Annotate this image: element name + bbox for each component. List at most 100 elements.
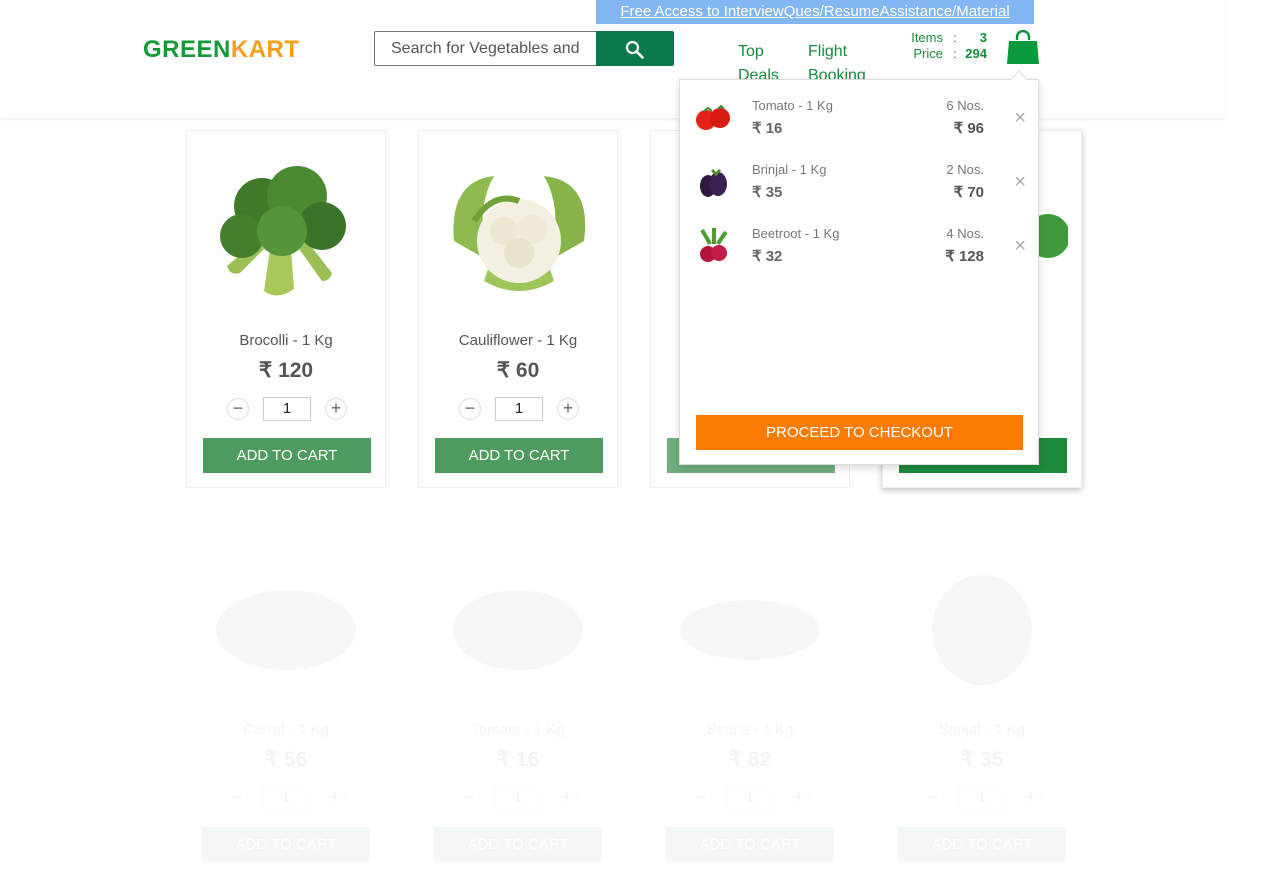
price-colon: :: [953, 46, 957, 61]
product-card: Brocolli - 1 Kg ₹ 120 − 1 + ADD TO CART: [186, 130, 386, 488]
rupee-symbol: ₹: [752, 184, 762, 201]
cart-item-price: ₹ 16: [752, 119, 782, 137]
product-image-brocolli: [202, 151, 372, 311]
product-name: Beans - 1 Kg: [706, 721, 794, 738]
rupee-symbol: ₹: [953, 120, 964, 137]
rupee-symbol: ₹: [752, 248, 762, 265]
rupee-symbol: ₹: [496, 359, 511, 382]
add-to-cart-button[interactable]: ADD TO CART: [435, 438, 603, 473]
product-price-value: 60: [515, 359, 540, 382]
proceed-to-checkout-button[interactable]: PROCEED TO CHECKOUT: [696, 415, 1023, 450]
cart-item: Beetroot - 1 Kg ₹ 32 4 Nos. ₹ 128 ×: [680, 214, 1038, 278]
search-button[interactable]: [596, 31, 674, 66]
add-to-cart-button[interactable]: ADD TO CART: [666, 827, 834, 862]
add-to-cart-button[interactable]: ADD TO CART: [434, 827, 602, 862]
quantity-stepper: −1 +: [226, 786, 346, 810]
close-icon[interactable]: ×: [1014, 172, 1026, 192]
items-label: Items: [911, 30, 943, 45]
cart-item-qty: 2 Nos.: [946, 162, 984, 177]
cart-item: Tomato - 1 Kg ₹ 16 6 Nos. ₹ 96 ×: [680, 86, 1038, 150]
product-price-value: 82: [747, 748, 772, 771]
product-card: Tomato - 1 Kg ₹ 16 −1 + ADD TO CART: [418, 520, 618, 878]
quantity-stepper: −1 +: [690, 786, 810, 810]
rupee-symbol: ₹: [953, 184, 964, 201]
search-input[interactable]: [374, 31, 597, 66]
rupee-symbol: ₹: [728, 748, 743, 771]
minus-icon[interactable]: −: [226, 787, 248, 809]
minus-icon[interactable]: −: [690, 787, 712, 809]
product-card: Brinjal - 1 Kg ₹ 35 −1 + ADD TO CART: [882, 520, 1082, 878]
quantity-input[interactable]: 1: [726, 786, 774, 810]
items-colon: :: [953, 30, 957, 45]
cart-item-thumb-beetroot: [694, 226, 732, 264]
cart-item-price-value: 16: [765, 120, 783, 137]
cart-item-thumb-brinjal: [694, 162, 732, 200]
product-price: ₹ 82: [650, 747, 850, 772]
quantity-stepper: − 1 +: [459, 397, 579, 421]
product-image-carrot: [201, 540, 371, 700]
minus-icon[interactable]: −: [227, 398, 249, 420]
quantity-input[interactable]: 1: [958, 786, 1006, 810]
cart-item-qty: 4 Nos.: [946, 226, 984, 241]
product-name: Cauliflower - 1 Kg: [458, 332, 578, 349]
logo-orange-text: KART: [230, 36, 300, 63]
product-image-beans: [665, 540, 835, 700]
cart-item-amount: ₹ 70: [954, 183, 984, 201]
rupee-symbol: ₹: [264, 748, 279, 771]
cart-item-qty: 6 Nos.: [946, 98, 984, 113]
product-price: ₹ 120: [187, 358, 385, 383]
product-image-cauliflower: [434, 151, 604, 311]
cart-item-name: Tomato - 1 Kg: [752, 98, 833, 113]
cart-item-price-value: 32: [765, 248, 783, 265]
minus-icon[interactable]: −: [458, 787, 480, 809]
rupee-symbol: ₹: [496, 748, 511, 771]
add-to-cart-button[interactable]: ADD TO CART: [203, 438, 371, 473]
plus-icon[interactable]: +: [324, 787, 346, 809]
product-price: ₹ 35: [882, 747, 1082, 772]
close-icon[interactable]: ×: [1014, 108, 1026, 128]
quantity-input[interactable]: 1: [495, 397, 543, 421]
rupee-symbol: ₹: [258, 359, 273, 382]
minus-icon[interactable]: −: [922, 787, 944, 809]
cart-summary: Items : 3 Price : 294: [896, 30, 991, 62]
cart-item-name: Beetroot - 1 Kg: [752, 226, 840, 241]
minus-icon[interactable]: −: [459, 398, 481, 420]
cart-item-thumb-tomato: [694, 98, 732, 136]
product-card: Carrot - 1 Kg ₹ 56 −1 + ADD TO CART: [186, 520, 386, 878]
product-name: Tomato - 1 Kg: [471, 721, 565, 738]
plus-icon[interactable]: +: [788, 787, 810, 809]
cart-item: Brinjal - 1 Kg ₹ 35 2 Nos. ₹ 70 ×: [680, 150, 1038, 214]
cart-item-amount-value: 70: [967, 184, 984, 201]
add-to-cart-button[interactable]: ADD TO CART: [898, 827, 1066, 862]
cart-item-amount-value: 96: [967, 120, 984, 137]
plus-icon[interactable]: +: [557, 398, 579, 420]
plus-icon[interactable]: +: [1020, 787, 1042, 809]
add-to-cart-button[interactable]: ADD TO CART: [202, 827, 370, 862]
logo-green-text: GREEN: [143, 36, 231, 63]
quantity-input[interactable]: 1: [262, 786, 310, 810]
quantity-stepper: − 1 +: [227, 397, 347, 421]
product-price: ₹ 56: [186, 747, 386, 772]
cart-item-name: Brinjal - 1 Kg: [752, 162, 827, 177]
price-label: Price: [913, 46, 943, 61]
plus-icon[interactable]: +: [556, 787, 578, 809]
product-price: ₹ 16: [418, 747, 618, 772]
cart-item-amount: ₹ 96: [954, 119, 984, 137]
price-total: 294: [965, 46, 987, 61]
product-price-value: 35: [979, 748, 1004, 771]
header: Free Access to InterviewQues/ResumeAssis…: [0, 0, 1225, 118]
cart-item-amount: ₹ 128: [945, 247, 984, 265]
quantity-input[interactable]: 1: [263, 397, 311, 421]
plus-icon[interactable]: +: [325, 398, 347, 420]
cart-bag-icon[interactable]: [1006, 29, 1040, 71]
product-name: Brinjal - 1 Kg: [939, 721, 1025, 738]
close-icon[interactable]: ×: [1014, 236, 1026, 256]
promo-link[interactable]: Free Access to InterviewQues/ResumeAssis…: [596, 0, 1034, 24]
logo[interactable]: GREENKART: [143, 36, 300, 64]
product-name: Brocolli - 1 Kg: [239, 332, 333, 349]
product-price-value: 16: [515, 748, 540, 771]
product-card: Beans - 1 Kg ₹ 82 −1 + ADD TO CART: [650, 520, 850, 878]
items-count: 3: [979, 30, 987, 45]
quantity-input[interactable]: 1: [494, 786, 542, 810]
product-image-brinjal: [897, 540, 1067, 700]
